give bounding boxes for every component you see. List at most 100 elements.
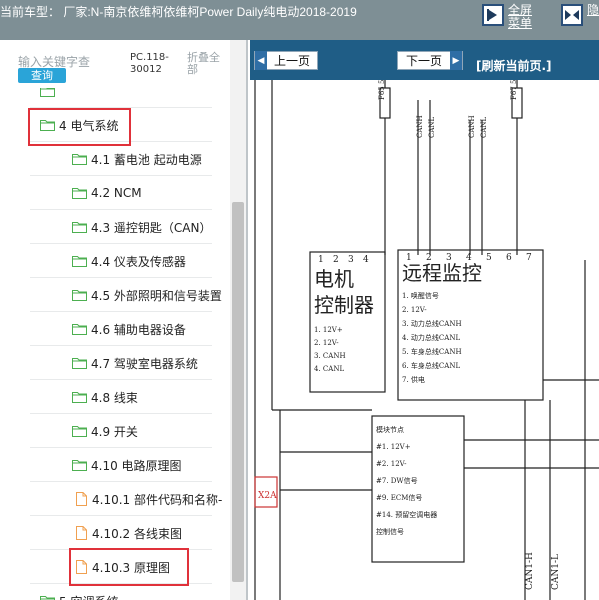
remote-pin-desc: 5. 车身总线CANH — [402, 347, 462, 356]
folder-icon — [72, 289, 87, 301]
prev-page-button[interactable]: ◀ 上一页 — [254, 51, 318, 70]
folder-icon — [72, 221, 87, 233]
wiring-diagram-svg: F65 5A F67 5A 电机 控制器 远程监控 X2A CANH CANL CA… — [254, 80, 599, 600]
remote-pin-desc: 2. 12V- — [402, 306, 427, 314]
folder-icon — [72, 357, 87, 369]
motor-pin-desc: 3. CANH — [314, 352, 346, 360]
wire-label: CANL — [428, 116, 436, 138]
remote-pin-desc: 4. 动力总线CANL — [402, 333, 460, 342]
tree-item[interactable]: 4.9 开关 — [0, 414, 230, 448]
tree-item-label: 4.1 蓄电池 起动电源 — [91, 152, 202, 167]
collapse-all-link[interactable]: 折叠全部 — [187, 52, 227, 76]
tree-item[interactable]: 4.10.2 各线束图 — [0, 516, 230, 550]
arrow-right-icon: ▶ — [450, 51, 462, 70]
remote-pin-number: 4 — [466, 253, 472, 263]
tree-item-label: 4.6 辅助电器设备 — [91, 322, 186, 337]
motor-pin-number: 2 — [333, 255, 339, 265]
tree-item[interactable]: 4.5 外部照明和信号装置 — [0, 278, 230, 312]
folder-icon — [72, 391, 87, 403]
prev-page-label: 上一页 — [273, 54, 310, 68]
remote-pin-number: 6 — [506, 253, 512, 263]
folder-icon — [72, 153, 87, 165]
tree-item-label: 5 空调系统 — [59, 593, 118, 600]
bms-pin-desc: #1. 12V+ — [376, 443, 411, 451]
folder-icon — [40, 88, 55, 97]
bms-pin-desc: 模块节点 — [376, 425, 404, 434]
tree-item[interactable]: 4.6 辅助电器设备 — [0, 312, 230, 346]
next-page-button[interactable]: 下一页 ▶ — [397, 51, 463, 70]
collapse-arrows-icon — [561, 4, 583, 26]
bms-pin-desc: #7. DW信号 — [376, 476, 418, 485]
tree-item[interactable]: 4.4 仪表及传感器 — [0, 244, 230, 278]
arrow-left-icon: ◀ — [255, 51, 267, 70]
remote-monitor-title: 远程监控 — [402, 261, 482, 285]
folder-icon — [72, 425, 87, 437]
connector-label: X2A — [258, 491, 277, 501]
query-button[interactable]: 查询 — [18, 68, 66, 83]
tree-item[interactable]: 4.7 驾驶室电器系统 — [0, 346, 230, 380]
motor-pin-number: 1 — [318, 255, 324, 265]
tree-item-label: 4.2 NCM — [91, 186, 142, 200]
hide-label: 隐藏 — [587, 3, 599, 17]
bms-pin-desc: 控制信号 — [376, 527, 404, 536]
folder-icon — [72, 459, 87, 471]
scrollbar-thumb[interactable] — [232, 202, 244, 582]
motor-pin-number: 4 — [363, 255, 369, 265]
highlight-electrical-system — [28, 108, 131, 146]
folder-icon — [40, 595, 55, 600]
remote-pin-desc: 7. 供电 — [402, 375, 425, 384]
next-page-label: 下一页 — [405, 54, 442, 68]
tree-item[interactable]: 4.8 线束 — [0, 380, 230, 414]
tree-item-label: 4.10 电路原理图 — [91, 458, 182, 473]
search-area: 查询 PC.118-30012 折叠全部 — [0, 40, 246, 88]
motor-pin-desc: 2. 12V- — [314, 339, 339, 347]
folder-icon — [72, 323, 87, 335]
viewer-toolbar: ◀ 上一页 下一页 ▶ [刷新当前页.] — [250, 40, 599, 80]
tree-item[interactable]: 4.3 遥控钥匙（CAN） — [0, 210, 230, 244]
document-icon — [76, 526, 87, 540]
fuse-right-label: F67 5A — [510, 80, 518, 100]
bms-pin-desc: #14. 预留空调电器 — [376, 510, 437, 519]
wire-label: CANH — [416, 115, 424, 138]
bms-pin-desc: #2. 12V- — [376, 460, 407, 468]
folder-icon — [72, 255, 87, 267]
fuse-left-label: F65 5A — [378, 80, 386, 100]
wire-label: CANL — [480, 116, 488, 138]
tree-item[interactable] — [0, 88, 230, 108]
top-header: 当前车型： 厂家:N-南京依维柯依维柯Power Daily纯电动2018-20… — [0, 0, 599, 40]
hide-panel-button[interactable]: 隐藏 — [561, 4, 599, 26]
wire-label: CANH — [468, 115, 476, 138]
tree-item[interactable]: 4.2 NCM — [0, 176, 230, 210]
wiring-diagram[interactable]: F65 5A F67 5A 电机 控制器 远程监控 X2A CANH CANL CA… — [250, 80, 599, 600]
remote-pin-number: 2 — [426, 253, 432, 263]
vehicle-info: 当前车型： 厂家:N-南京依维柯依维柯Power Daily纯电动2018-20… — [0, 5, 357, 19]
motor-pin-desc: 1. 12V+ — [314, 326, 343, 334]
remote-pin-desc: 6. 车身总线CANL — [402, 361, 460, 370]
tree-item-label: 4.4 仪表及传感器 — [91, 254, 186, 269]
bus-label: CAN1-L — [551, 554, 561, 590]
folder-icon — [72, 187, 87, 199]
tree-item[interactable]: 4.10.1 部件代码和名称- — [0, 482, 230, 516]
tree-item[interactable]: 5 空调系统 — [0, 584, 230, 600]
document-viewer: ◀ 上一页 下一页 ▶ [刷新当前页.] F65 5A F67 5A 电机 控制… — [250, 40, 599, 600]
remote-pin-number: 1 — [406, 253, 412, 263]
bus-label: CAN1-H — [525, 552, 535, 590]
tree-item[interactable]: 4.1 蓄电池 起动电源 — [0, 142, 230, 176]
bms-pin-desc: #9. ECM信号 — [376, 493, 422, 502]
tree-item-label: 4.7 驾驶室电器系统 — [91, 356, 198, 371]
fullscreen-button[interactable]: 全屏菜单 — [482, 4, 534, 30]
remote-pin-number: 5 — [486, 253, 492, 263]
document-icon — [76, 492, 87, 506]
remote-pin-desc: 1. 唤醒信号 — [402, 291, 439, 300]
fullscreen-icon — [482, 4, 504, 26]
app-window: 当前车型： 厂家:N-南京依维柯依维柯Power Daily纯电动2018-20… — [0, 0, 599, 600]
motor-pin-desc: 4. CANL — [314, 365, 344, 373]
motor-pin-number: 3 — [348, 255, 354, 265]
tree-item-label: 4.8 线束 — [91, 390, 138, 405]
highlight-schematic — [69, 548, 189, 586]
catalog-tree: 4 电气系统 4.1 蓄电池 起动电源 4.2 NCM 4.3 遥控钥匙（CAN） 4.… — [0, 88, 230, 600]
pc-code: PC.118-30012 — [130, 52, 169, 75]
tree-item[interactable]: 4.10 电路原理图 — [0, 448, 230, 482]
remote-pin-desc: 3. 动力总线CANH — [402, 319, 462, 328]
refresh-page-link[interactable]: [刷新当前页.] — [476, 57, 552, 74]
